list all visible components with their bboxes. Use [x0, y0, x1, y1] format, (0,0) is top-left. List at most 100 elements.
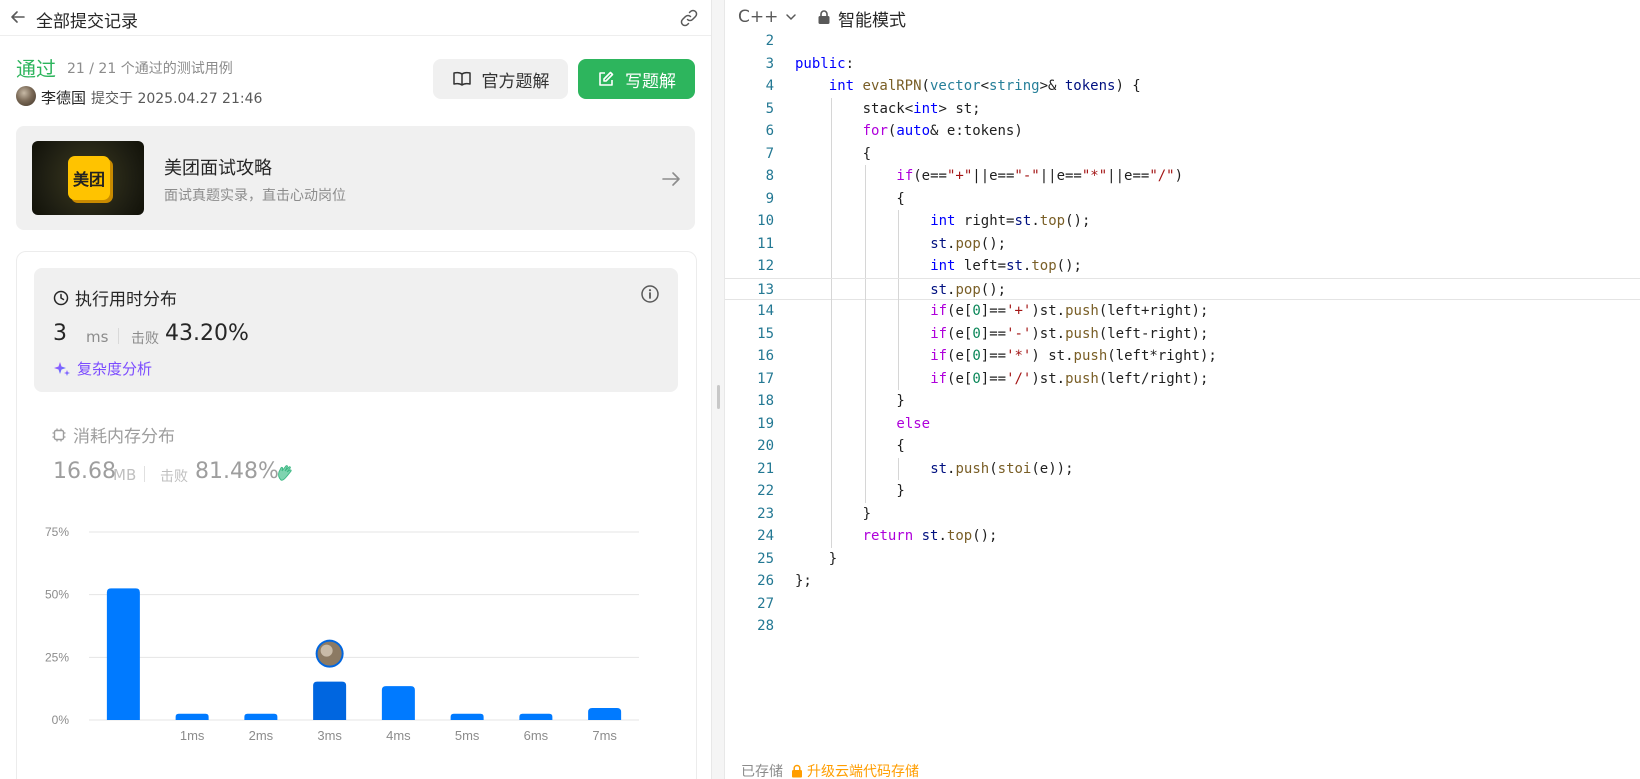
smart-mode-toggle[interactable]: 智能模式: [838, 6, 906, 31]
indent-guide: [864, 300, 866, 323]
official-solution-label: 官方题解: [481, 71, 550, 92]
official-solution-button[interactable]: 官方题解: [433, 59, 568, 99]
line-number: 13: [757, 281, 774, 298]
language-selector[interactable]: C++: [738, 7, 798, 27]
y-tick-label: 50%: [45, 588, 69, 602]
x-tick-label: 2ms: [249, 728, 274, 743]
bar[interactable]: [450, 713, 484, 720]
promo-banner[interactable]: 美团 美团面试攻略 面试真题实录，直击心动岗位: [16, 126, 695, 230]
code-line[interactable]: 22}: [725, 480, 1640, 503]
line-number: 23: [757, 505, 774, 522]
resize-handle[interactable]: [717, 385, 720, 409]
line-number: 27: [757, 595, 774, 612]
code-line[interactable]: 27: [725, 593, 1640, 616]
y-tick-label: 25%: [45, 650, 69, 664]
line-number: 11: [757, 235, 774, 252]
code-line[interactable]: 18}: [725, 390, 1640, 413]
submission-panel: 全部提交记录 通过 21 / 21 个通过的测试用例 李德国 提交于 2025.…: [0, 0, 711, 779]
indent-guide: [830, 255, 832, 278]
code-line[interactable]: 28: [725, 615, 1640, 638]
code-line[interactable]: 15 if(e[0]=='-')st.push(left-right);: [725, 322, 1640, 345]
bar[interactable]: [106, 588, 140, 720]
upgrade-storage-link[interactable]: 升级云端代码存储: [791, 761, 919, 779]
bar[interactable]: [244, 713, 278, 720]
code-line[interactable]: 2: [725, 30, 1640, 53]
indent-guide: [898, 232, 900, 255]
line-number: 2: [765, 33, 774, 49]
indent-guide: [830, 345, 832, 368]
line-number: 3: [765, 55, 774, 72]
indent-guide: [864, 278, 866, 301]
code-line[interactable]: 6 for(auto& e:tokens): [725, 120, 1640, 143]
x-tick-label: 4ms: [386, 728, 411, 743]
code-line[interactable]: 5 stack<int> st;: [725, 97, 1640, 120]
code-line[interactable]: 25}: [725, 548, 1640, 571]
code-line[interactable]: 20 {: [725, 435, 1640, 458]
indent-guide: [898, 367, 900, 390]
code-text: st.pop();: [930, 281, 1007, 298]
author-name[interactable]: 李德国: [41, 87, 86, 108]
code-line[interactable]: 4 int evalRPN(vector<string>& tokens) {: [725, 75, 1640, 98]
code-text: if(e[0]=='*') st.push(left*right);: [930, 348, 1217, 364]
code-text: st.pop();: [930, 235, 1007, 252]
code-line[interactable]: 10 int right=st.top();: [725, 210, 1640, 233]
book-icon: [452, 71, 471, 86]
code-line[interactable]: 26};: [725, 570, 1640, 593]
indent-guide: [830, 300, 832, 323]
indent-guide: [864, 255, 866, 278]
code-line[interactable]: 9{: [725, 187, 1640, 210]
write-solution-button[interactable]: 写题解: [578, 59, 695, 99]
bar[interactable]: [588, 707, 622, 720]
all-submissions-link[interactable]: 全部提交记录: [36, 7, 138, 32]
link-icon[interactable]: [678, 7, 700, 29]
indent-guide: [898, 300, 900, 323]
bar[interactable]: [313, 681, 347, 720]
code-line[interactable]: 16 if(e[0]=='*') st.push(left*right);: [725, 345, 1640, 368]
code-line[interactable]: 19 else: [725, 412, 1640, 435]
code-line[interactable]: 7{: [725, 142, 1640, 165]
line-number: 10: [757, 213, 774, 229]
indent-guide: [864, 457, 866, 480]
indent-guide: [830, 322, 832, 345]
line-number: 17: [757, 370, 774, 387]
code-line[interactable]: 23}: [725, 502, 1640, 525]
code-line[interactable]: 11 st.pop();: [725, 232, 1640, 255]
code-line[interactable]: 24 return st.top();: [725, 525, 1640, 548]
bar[interactable]: [519, 713, 553, 720]
edit-icon: [599, 71, 614, 86]
arrow-left-icon[interactable]: [9, 8, 27, 26]
avatar[interactable]: [16, 86, 36, 106]
code-line[interactable]: 17 if(e[0]=='/')st.push(left/right);: [725, 367, 1640, 390]
panel-resizer[interactable]: [711, 0, 725, 779]
indent-guide: [830, 232, 832, 255]
line-number: 22: [757, 483, 774, 499]
code-line[interactable]: 8 if(e=="+"||e=="-"||e=="*"||e=="/"): [725, 165, 1640, 188]
code-line[interactable]: 21 st.push(stoi(e));: [725, 457, 1640, 480]
indent-guide: [830, 435, 832, 458]
indent-guide: [864, 390, 866, 413]
indent-guide: [830, 457, 832, 480]
indent-guide: [864, 322, 866, 345]
line-number: 21: [757, 460, 774, 477]
code-text: int right=st.top();: [930, 213, 1091, 229]
code-line[interactable]: 12 int left=st.top();: [725, 255, 1640, 278]
code-line[interactable]: 3 public:: [725, 53, 1640, 76]
editor-footer: 已存储 升级云端代码存储: [741, 761, 919, 779]
arrow-right-icon[interactable]: [660, 168, 682, 190]
line-number: 19: [757, 415, 774, 432]
indent-guide: [830, 210, 832, 233]
code-text: }: [862, 505, 872, 522]
bar[interactable]: [175, 713, 209, 720]
code-text: stack<int> st;: [862, 100, 981, 117]
line-number: 8: [765, 168, 774, 184]
bar[interactable]: [381, 686, 415, 720]
x-tick-label: 6ms: [524, 728, 549, 743]
line-number: 14: [757, 303, 774, 319]
line-number: 5: [765, 100, 774, 117]
code-line[interactable]: 13 st.pop();: [725, 277, 1640, 301]
code-line[interactable]: 14 if(e[0]=='+')st.push(left+right);: [725, 300, 1640, 323]
code-text: else: [896, 415, 931, 432]
indent-guide: [830, 502, 832, 525]
code-text: {: [896, 190, 905, 207]
indent-guide: [898, 278, 900, 301]
